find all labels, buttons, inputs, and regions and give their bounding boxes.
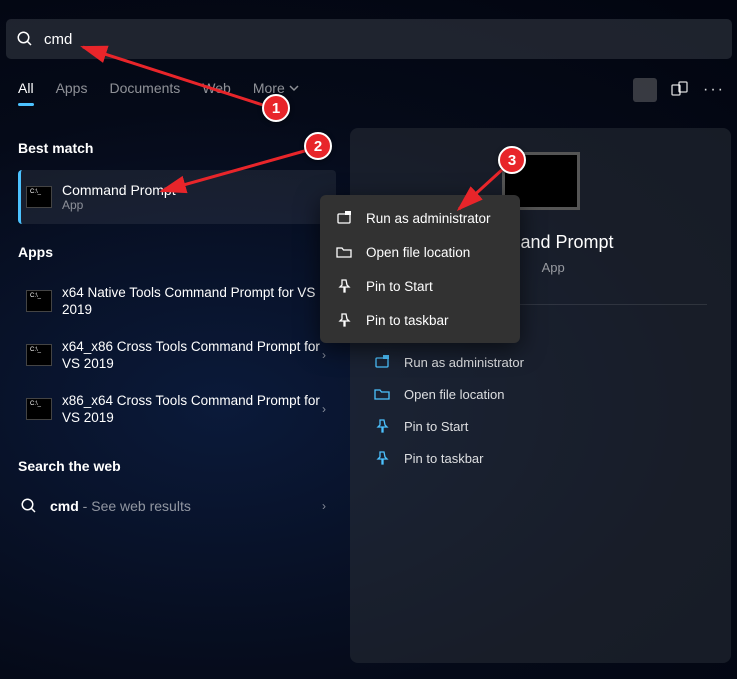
tab-apps[interactable]: Apps [56,80,88,104]
result-app-0[interactable]: C:\_ x64 Native Tools Command Prompt for… [18,274,336,328]
search-bar[interactable] [6,19,732,59]
detail-actions: Run as administrator Open file location … [374,346,707,474]
web-suffix: - See web results [79,498,191,514]
chevron-down-icon [289,83,299,93]
best-match-section: Best match [18,140,336,170]
search-icon [20,497,38,515]
pin-icon [336,278,352,294]
chevron-right-icon[interactable]: › [322,402,326,416]
action-pin-taskbar[interactable]: Pin to taskbar [374,442,707,474]
cmd-icon: C:\_ [26,186,52,208]
action-run-as-admin[interactable]: Run as administrator [374,346,707,378]
action-pin-start[interactable]: Pin to Start [374,410,707,442]
chevron-right-icon[interactable]: › [322,499,326,513]
web-header: Search the web [18,458,336,474]
result-title: x64_x86 Cross Tools Command Prompt for V… [62,338,328,372]
result-app-2[interactable]: C:\_ x86_x64 Cross Tools Command Prompt … [18,382,336,436]
result-title: Command Prompt [62,182,176,198]
more-options-icon[interactable]: ··· [703,81,725,99]
web-section: Search the web cmd - See web results › [18,458,336,524]
pin-icon [336,312,352,328]
result-title: x64 Native Tools Command Prompt for VS 2… [62,284,328,318]
header-right: ··· [633,78,725,102]
tab-more[interactable]: More [253,80,299,104]
shield-icon [374,354,390,370]
result-app-1[interactable]: C:\_ x64_x86 Cross Tools Command Prompt … [18,328,336,382]
cmd-icon: C:\_ [26,398,52,420]
window-snap-icon[interactable] [671,81,689,99]
search-input[interactable] [44,31,722,48]
filter-tabs: All Apps Documents Web More [18,80,299,104]
tab-documents[interactable]: Documents [109,80,180,104]
cmd-icon: C:\_ [26,344,52,366]
ctx-run-as-admin[interactable]: Run as administrator [320,201,520,235]
ctx-open-location[interactable]: Open file location [320,235,520,269]
search-icon [16,30,34,48]
shield-icon [336,210,352,226]
apps-section: Apps C:\_ x64 Native Tools Command Promp… [18,244,336,436]
result-command-prompt[interactable]: C:\_ Command Prompt App [18,170,336,224]
folder-icon [336,244,352,260]
tab-all[interactable]: All [18,80,34,104]
web-result[interactable]: cmd - See web results › [18,488,336,524]
result-subtitle: App [62,198,176,212]
tab-web[interactable]: Web [202,80,231,104]
chevron-right-icon[interactable]: › [322,348,326,362]
ctx-pin-start[interactable]: Pin to Start [320,269,520,303]
cmd-icon: C:\_ [26,290,52,312]
avatar[interactable] [633,78,657,102]
result-title: x86_x64 Cross Tools Command Prompt for V… [62,392,328,426]
web-query: cmd [50,498,79,514]
results-column: Best match C:\_ Command Prompt App Apps … [18,140,336,524]
best-match-header: Best match [18,140,336,156]
action-open-location[interactable]: Open file location [374,378,707,410]
apps-header: Apps [18,244,336,260]
pin-icon [374,450,390,466]
context-menu: Run as administrator Open file location … [320,195,520,343]
pin-icon [374,418,390,434]
folder-icon [374,386,390,402]
ctx-pin-taskbar[interactable]: Pin to taskbar [320,303,520,337]
